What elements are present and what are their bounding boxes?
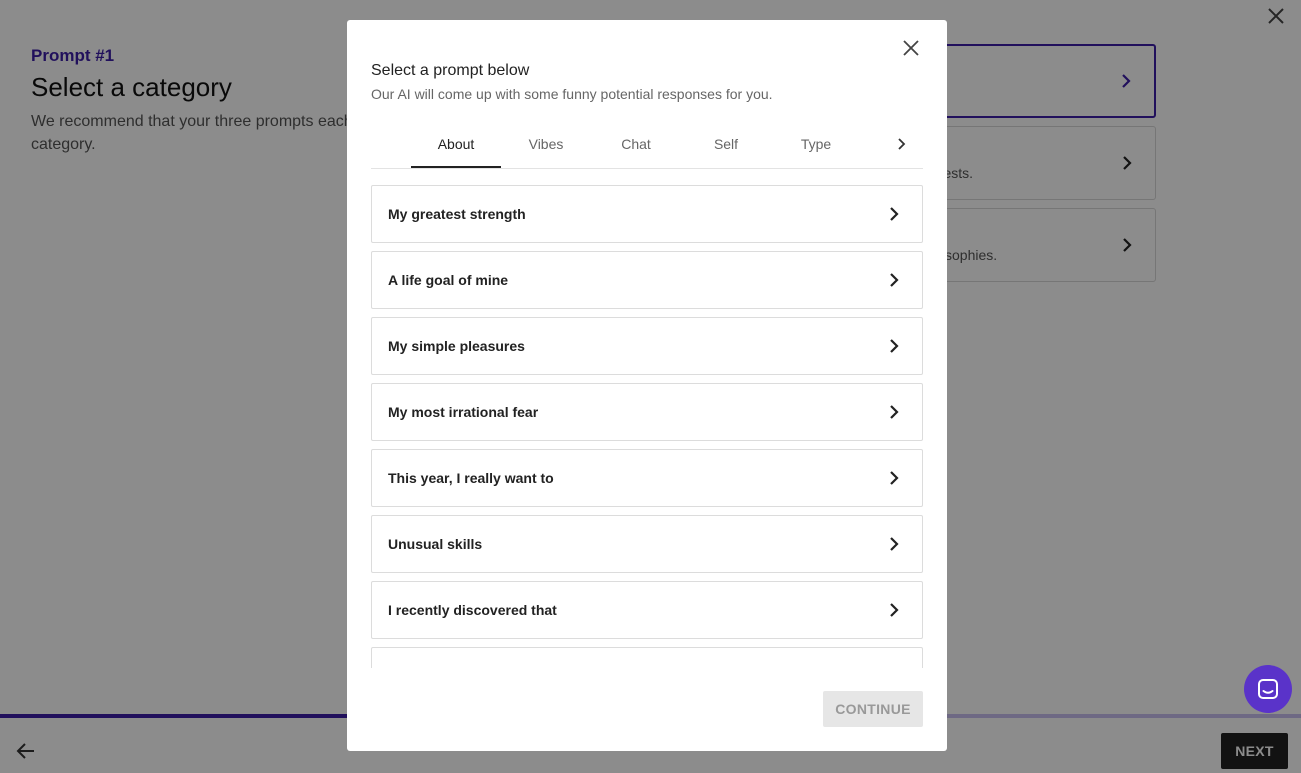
tab-chat[interactable]: Chat [591, 124, 681, 168]
chevron-right-icon [890, 405, 899, 419]
close-icon[interactable] [899, 36, 923, 60]
tab-more[interactable]: Re [861, 124, 887, 168]
prompt-list[interactable]: My greatest strength A life goal of mine… [371, 185, 923, 668]
tab-about[interactable]: About [411, 124, 501, 168]
chat-icon [1258, 679, 1278, 699]
chevron-right-icon [890, 339, 899, 353]
prompt-label: My most irrational fear [388, 404, 539, 420]
chevron-right-icon [890, 537, 899, 551]
tab-vibes[interactable]: Vibes [501, 124, 591, 168]
prompt-label: I recently discovered that [388, 602, 557, 618]
list-item[interactable]: My most irrational fear [371, 383, 923, 441]
prompt-label: My greatest strength [388, 206, 526, 222]
chevron-right-icon [890, 471, 899, 485]
chevron-right-icon [890, 207, 899, 221]
chevron-right-icon[interactable] [891, 134, 911, 154]
prompt-label: This year, I really want to [388, 470, 554, 486]
tab-self[interactable]: Self [681, 124, 771, 168]
list-item[interactable]: My greatest strength [371, 185, 923, 243]
tab-type[interactable]: Type [771, 124, 861, 168]
modal-title: Select a prompt below [371, 62, 530, 79]
chevron-right-icon [890, 273, 899, 287]
prompt-modal: Select a prompt below Our AI will come u… [347, 20, 947, 751]
list-item[interactable]: A life goal of mine [371, 251, 923, 309]
tab-strip: AboutVibesChatSelfTypeRe [411, 124, 887, 168]
prompt-tabs: AboutVibesChatSelfTypeRe [371, 124, 923, 169]
continue-button[interactable]: CONTINUE [823, 691, 923, 727]
list-item[interactable]: My simple pleasures [371, 317, 923, 375]
chevron-right-icon [890, 603, 899, 617]
list-item[interactable]: I recently discovered that [371, 581, 923, 639]
chat-launcher[interactable] [1244, 665, 1292, 713]
prompt-label: Unusual skills [388, 536, 483, 552]
list-item[interactable] [371, 647, 923, 668]
list-item[interactable]: This year, I really want to [371, 449, 923, 507]
prompt-label: My simple pleasures [388, 338, 525, 354]
prompt-label: A life goal of mine [388, 272, 509, 288]
modal-subtitle: Our AI will come up with some funny pote… [371, 86, 773, 102]
list-item[interactable]: Unusual skills [371, 515, 923, 573]
